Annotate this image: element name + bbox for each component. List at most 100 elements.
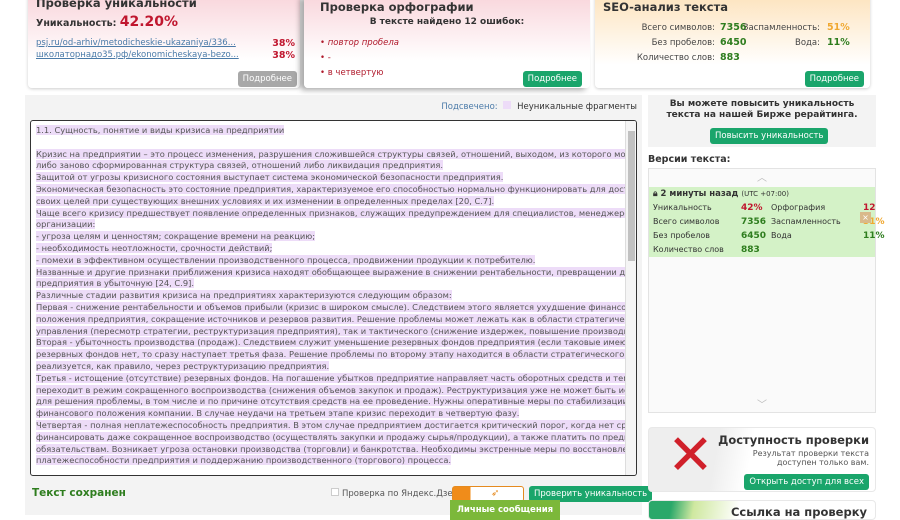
version-stat-value: 7356: [741, 217, 767, 227]
access-text: Результат проверки текста доступен тольк…: [752, 449, 869, 467]
text-line: Четвертая - полная неплатежеспособность …: [36, 419, 636, 432]
text-line-content: резервных фондов нет, то сразу наступает…: [36, 349, 636, 360]
text-line: обязательствам. Возникает угроза останов…: [36, 443, 636, 456]
uniqueness-more-button[interactable]: Подробнее: [237, 71, 297, 87]
text-line: Кризис на предприятии – это процесс изме…: [36, 148, 636, 161]
seo-words-label: Количество слов:: [636, 53, 715, 63]
text-line-content: Четвертая - полная неплатежеспособность …: [36, 419, 636, 430]
text-line-content: - необходимость неотложности, срочности …: [36, 242, 273, 253]
seo-title: SEO-анализ текста: [603, 0, 729, 14]
text-line: предприятия в убыточную [24, С.9].: [36, 278, 624, 290]
uniqueness-title: Проверка уникальности: [36, 0, 197, 10]
uniqueness-value: 42.20%: [119, 14, 179, 30]
version-tz: (UTC +07:00): [741, 190, 789, 198]
legend-item: Неуникальные фрагменты: [517, 102, 637, 112]
checkbox-icon[interactable]: [331, 488, 339, 496]
link-box: Ссылка на проверку: [648, 500, 876, 520]
text-line: 1.1. Сущность, понятие и виды кризиса на…: [36, 125, 624, 137]
text-line-content: переходит в режим сокращенного воспроизв…: [36, 384, 636, 395]
open-access-button[interactable]: Открыть доступ для всех: [744, 474, 869, 490]
promo-box: Вы можете повысить уникальность текста н…: [648, 95, 876, 147]
seo-water-label: Вода:: [795, 38, 820, 48]
text-line: - необходимость неотложности, срочности …: [36, 242, 624, 255]
spelling-error[interactable]: в четвертую: [320, 68, 384, 78]
source-link[interactable]: школаторнадо35.рф/ekonomicheskaya-bezo..…: [36, 50, 239, 60]
dzen-checkbox[interactable]: Проверка по Яндекс.Дзен: [331, 488, 458, 499]
spelling-error[interactable]: повтор пробела: [320, 38, 399, 48]
version-stat-label: Без пробелов: [653, 231, 710, 240]
version-stat-label: Орфография: [771, 203, 826, 212]
scrollbar[interactable]: [625, 121, 636, 475]
text-line: - помехи в эффективном осуществлении про…: [36, 254, 624, 267]
spelling-title: Проверка орфографии: [320, 0, 474, 14]
text-line: реализуется, как правило, через реструкт…: [36, 360, 624, 373]
text-line: переходит в режим сокращенного воспроизв…: [36, 384, 636, 397]
link-title: Ссылка на проверку: [730, 505, 867, 519]
text-line-content: организации:: [36, 219, 96, 230]
improve-uniqueness-button[interactable]: Повысить уникальность: [710, 128, 829, 144]
text-line: [36, 137, 624, 149]
text-line-content: Кризис на предприятии – это процесс изме…: [36, 148, 636, 159]
text-line: Первая - снижение рентабельности и объем…: [36, 301, 636, 314]
version-item[interactable]: 🔒︎ 2 минуты назад (UTC +07:00) Уникально…: [649, 187, 885, 257]
text-line-content: платежеспособности предприятия и поддерж…: [36, 455, 452, 466]
text-line-content: Экономическая безопасность это состояние…: [36, 183, 636, 194]
text-line-content: либо заново сформированная структура свя…: [36, 160, 444, 171]
text-line: организации:: [36, 219, 624, 231]
chevron-down-icon[interactable]: ﹀: [649, 396, 875, 412]
text-line: Защитой от угрозы кризисного состояния в…: [36, 172, 624, 184]
text-line-content: предприятия в убыточную [24, С.9].: [36, 278, 194, 289]
text-line: финансового положения компании. В случае…: [36, 408, 624, 420]
seo-spam-label: Заспамленность:: [743, 23, 820, 33]
version-stat-label: Количество слов: [653, 245, 724, 254]
text-area[interactable]: 1.1. Сущность, понятие и виды кризиса на…: [30, 120, 637, 476]
version-stat-value: 883: [741, 245, 760, 255]
source-link[interactable]: psj.ru/od-arhiv/metodicheskie-ukazaniya/…: [36, 38, 236, 48]
legend-label: Подсвечено:: [441, 102, 498, 112]
uniqueness-card: Проверка уникальности Уникальность: 42.2…: [28, 0, 300, 88]
scrollbar-thumb[interactable]: [628, 131, 635, 261]
version-stat-row: Всего символов 7356 Заспамленность 51%: [653, 215, 893, 229]
dzen-label: Проверка по Яндекс.Дзен: [342, 489, 459, 499]
text-line: своих целей при существующих внешних усл…: [36, 195, 624, 208]
text-line: платежеспособности предприятия и поддерж…: [36, 455, 624, 467]
text-line: Экономическая безопасность это состояние…: [36, 183, 636, 196]
text-line-content: Названные и другие признаки приближения …: [36, 266, 636, 277]
text-line-content: Защитой от угрозы кризисного состояния в…: [36, 172, 504, 183]
version-stat-value: 6450: [741, 231, 767, 241]
seo-water: 11%: [827, 37, 850, 48]
text-line: Названные и другие признаки приближения …: [36, 266, 636, 279]
text-line-content: Чаще всего кризису предшествует появлени…: [36, 207, 635, 218]
version-stat-label: Всего символов: [653, 217, 720, 226]
text-line: положения предприятия, сокращение источн…: [36, 313, 636, 326]
text-line-content: финансировать даже сокращенное воспроизв…: [36, 431, 636, 442]
text-line-content: положения предприятия, сокращение источн…: [36, 313, 636, 324]
text-line: Различные стадии развития кризиса на пре…: [36, 290, 624, 302]
version-stat-row: Количество слов 883: [653, 243, 893, 257]
spelling-error[interactable]: -: [320, 53, 331, 63]
chevron-up-icon[interactable]: ︿: [649, 169, 875, 187]
version-stat-value: 42%: [741, 203, 763, 213]
versions-list: ︿ 🔒︎ 2 минуты назад (UTC +07:00) Уникаль…: [648, 168, 885, 413]
version-stat-row: Уникальность 42% Орфография 12: [653, 201, 893, 215]
source-pct: 38%: [272, 50, 295, 61]
saved-status: Текст сохранен: [32, 487, 126, 499]
version-time: 2 минуты назад: [660, 189, 739, 199]
text-line: Третья - истощение (отсутствие) резервны…: [36, 372, 636, 385]
text-line-content: - помехи в эффективном осуществлении про…: [36, 254, 536, 265]
text-line-content: реализуется, как правило, через реструкт…: [36, 360, 330, 371]
text-content[interactable]: 1.1. Сущность, понятие и виды кризиса на…: [36, 125, 636, 467]
seo-nospace: 6450: [720, 37, 747, 48]
seo-more-button[interactable]: Подробнее: [804, 71, 864, 87]
text-line: либо заново сформированная структура свя…: [36, 160, 624, 172]
spelling-more-button[interactable]: Подробнее: [522, 71, 582, 87]
messages-tab[interactable]: Личные сообщения: [450, 500, 560, 520]
access-title: Доступность проверки: [718, 433, 869, 447]
text-line-content: Первая - снижение рентабельности и объем…: [36, 301, 636, 312]
seo-words: 883: [720, 52, 740, 63]
rocket-icon: ➶: [491, 488, 500, 499]
close-icon[interactable]: ×: [860, 212, 871, 223]
version-stats: Уникальность 42% Орфография 12 Всего символо…: [653, 201, 893, 257]
seo-card: SEO-анализ текста Всего символов: 7356 Б…: [595, 0, 870, 88]
text-line-content: своих целей при существующих внешних усл…: [36, 195, 495, 206]
